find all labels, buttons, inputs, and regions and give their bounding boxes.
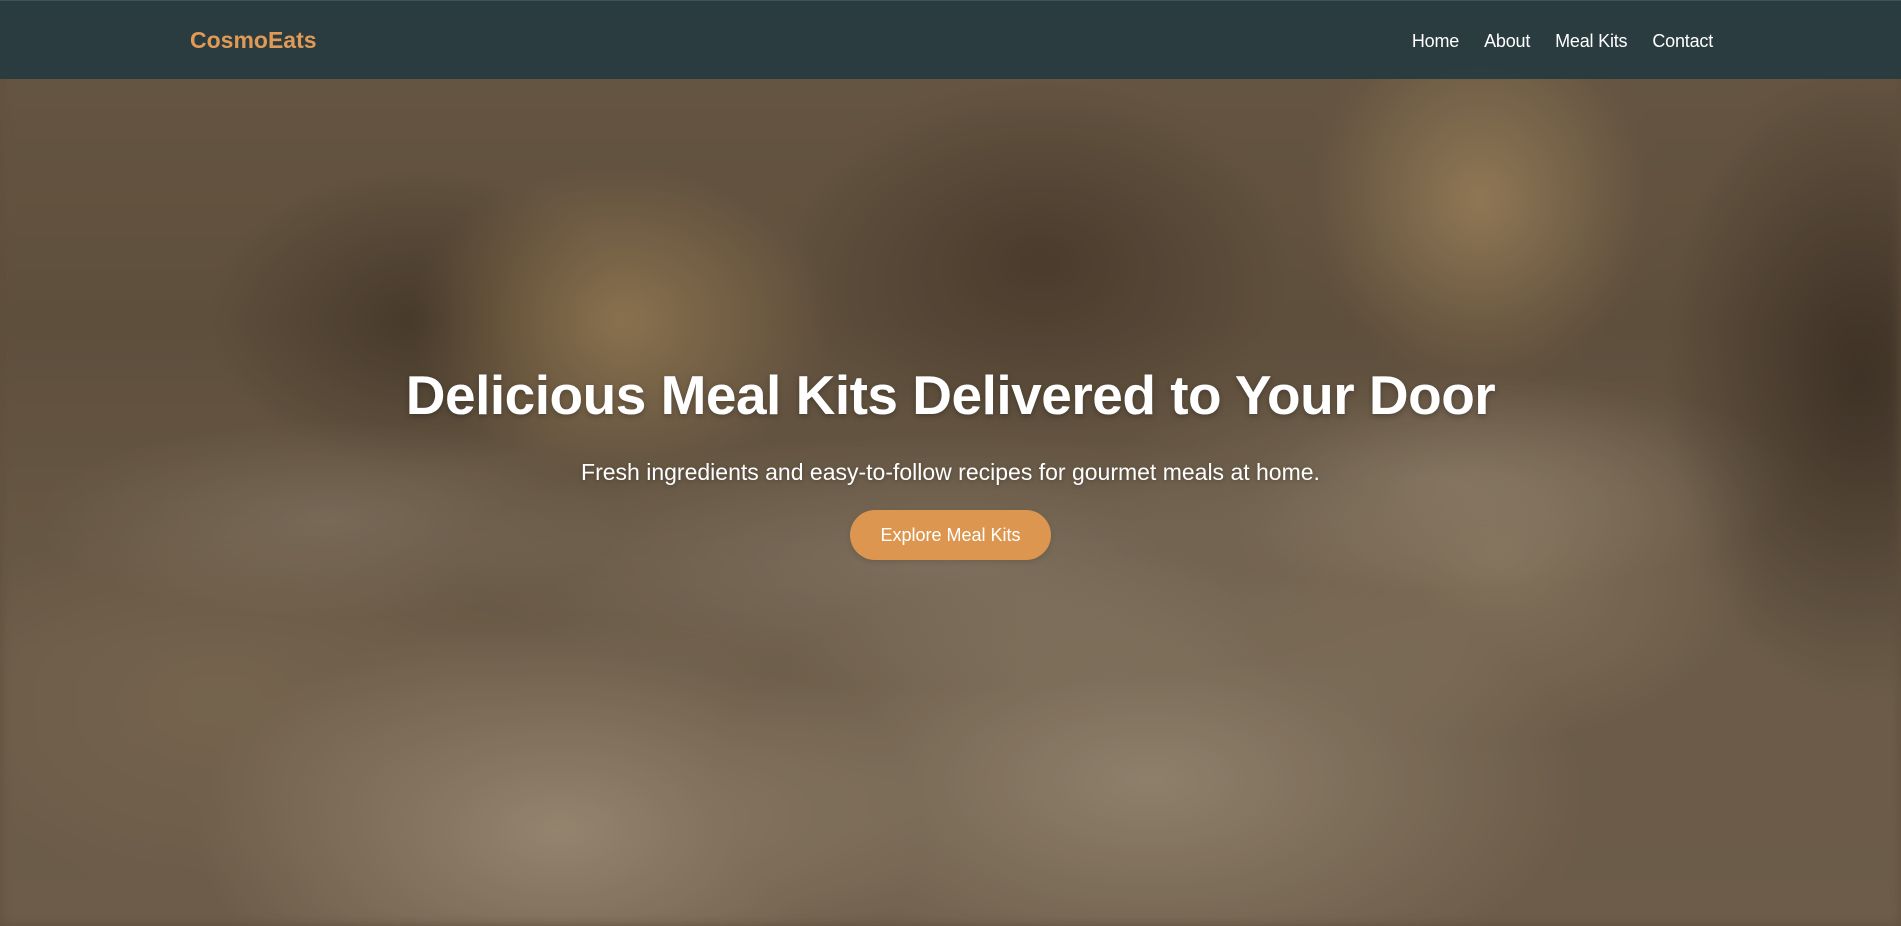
hero-subtitle: Fresh ingredients and easy-to-follow rec… — [581, 459, 1320, 485]
explore-meal-kits-button[interactable]: Explore Meal Kits — [850, 510, 1051, 560]
site-header: CosmoEats Home About Meal Kits Contact — [0, 0, 1901, 79]
page: CosmoEats Home About Meal Kits Contact D… — [0, 0, 1901, 926]
brand-logo-link[interactable]: CosmoEats — [190, 27, 317, 54]
nav-link-meal-kits[interactable]: Meal Kits — [1555, 31, 1627, 52]
hero-section: Delicious Meal Kits Delivered to Your Do… — [0, 360, 1901, 560]
hero-title: Delicious Meal Kits Delivered to Your Do… — [405, 364, 1496, 426]
nav-link-home[interactable]: Home — [1412, 31, 1459, 52]
nav-link-contact[interactable]: Contact — [1652, 31, 1713, 52]
nav-link-about[interactable]: About — [1484, 31, 1530, 52]
main-nav: Home About Meal Kits Contact — [1412, 31, 1713, 52]
